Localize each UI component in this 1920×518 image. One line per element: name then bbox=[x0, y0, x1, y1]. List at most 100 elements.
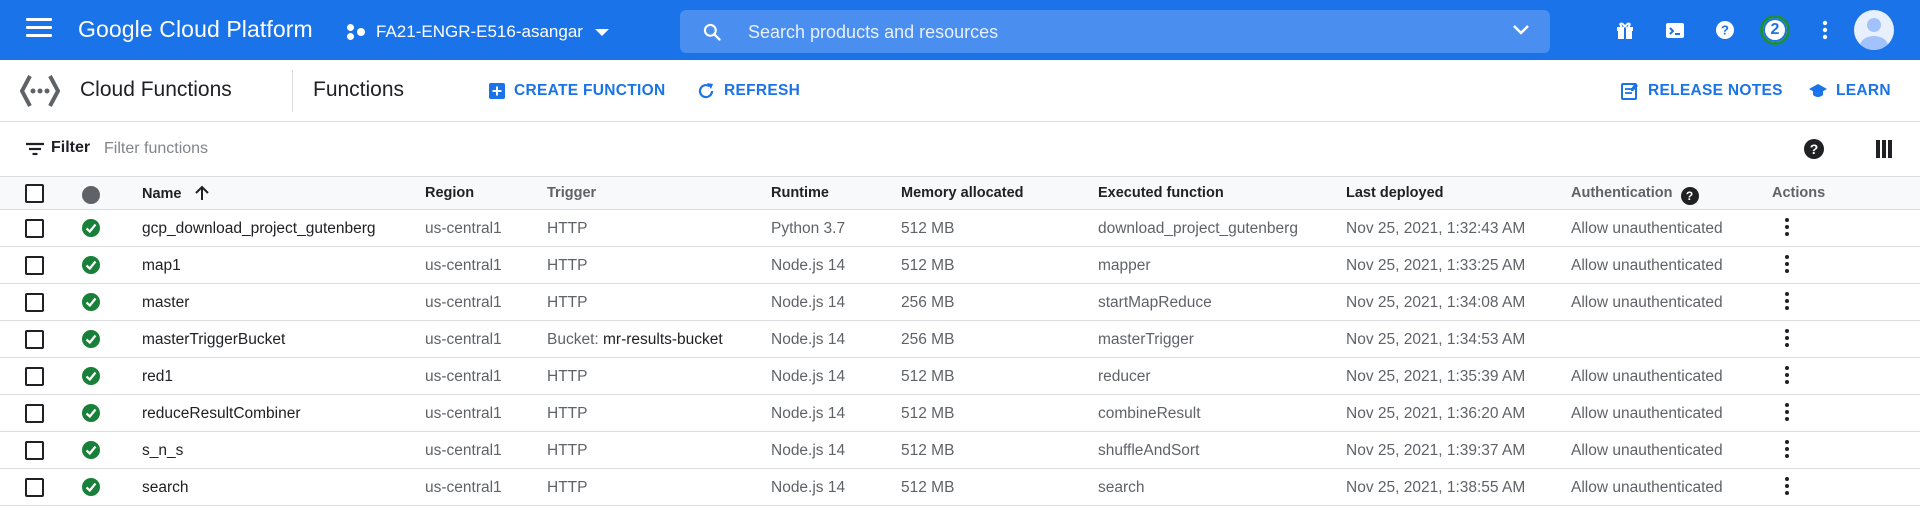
function-name-link[interactable]: red1 bbox=[142, 368, 173, 386]
terminal-icon[interactable] bbox=[1664, 19, 1686, 41]
filter-label[interactable]: Filter bbox=[51, 139, 90, 157]
function-name-link[interactable]: masterTriggerBucket bbox=[142, 331, 285, 349]
column-header-runtime[interactable]: Runtime bbox=[771, 185, 829, 201]
more-vert-icon[interactable] bbox=[1780, 255, 1794, 277]
table-header: Name Region Trigger Runtime Memory alloc… bbox=[0, 176, 1920, 210]
account-avatar[interactable] bbox=[1854, 10, 1894, 50]
menu-icon[interactable] bbox=[26, 18, 52, 42]
help-icon[interactable]: ? bbox=[1680, 187, 1699, 205]
more-vert-icon[interactable] bbox=[1780, 403, 1794, 425]
row-checkbox[interactable] bbox=[25, 367, 44, 386]
status-ok-icon bbox=[82, 367, 100, 385]
table-row[interactable]: reduceResultCombiner us-central1 HTTP Node.… bbox=[0, 395, 1920, 432]
chevron-down-icon[interactable] bbox=[1512, 24, 1530, 36]
last-deployed-cell: Nov 25, 2021, 1:32:43 AM bbox=[1346, 220, 1526, 237]
status-ok-icon bbox=[82, 441, 100, 459]
row-checkbox[interactable] bbox=[25, 404, 44, 423]
cloud-functions-icon bbox=[20, 75, 60, 107]
column-header-region[interactable]: Region bbox=[425, 185, 474, 201]
column-display-icon[interactable] bbox=[1876, 140, 1892, 158]
row-checkbox[interactable] bbox=[25, 330, 44, 349]
last-deployed-cell: Nov 25, 2021, 1:34:53 AM bbox=[1346, 331, 1526, 348]
authentication-cell: Allow unauthenticated bbox=[1571, 368, 1723, 385]
filter-icon[interactable] bbox=[26, 142, 44, 156]
region-cell: us-central1 bbox=[425, 368, 502, 385]
create-function-button[interactable]: CREATE FUNCTION bbox=[488, 80, 665, 102]
status-column-icon bbox=[82, 186, 100, 204]
filter-bar: Filter ? bbox=[0, 122, 1920, 176]
page-header: Cloud Functions Functions CREATE FUNCTIO… bbox=[0, 60, 1920, 122]
runtime-cell: Python 3.7 bbox=[771, 220, 846, 237]
column-header-memory[interactable]: Memory allocated bbox=[901, 185, 1024, 201]
status-ok-icon bbox=[82, 256, 100, 274]
filter-input[interactable] bbox=[104, 137, 704, 161]
table-row[interactable]: s_n_s us-central1 HTTP Node.js 14 512 MB shuf… bbox=[0, 432, 1920, 469]
row-checkbox[interactable] bbox=[25, 478, 44, 497]
help-icon[interactable]: ? bbox=[1804, 139, 1824, 159]
release-notes-button[interactable]: RELEASE NOTES bbox=[1620, 80, 1783, 102]
column-header-name[interactable]: Name bbox=[142, 185, 210, 202]
table-row[interactable]: master us-central1 HTTP Node.js 14 256 MB sta… bbox=[0, 284, 1920, 321]
executed-function-cell: masterTrigger bbox=[1098, 331, 1194, 348]
table-row[interactable]: red1 us-central1 HTTP Node.js 14 512 MB reduc… bbox=[0, 358, 1920, 395]
row-checkbox[interactable] bbox=[25, 219, 44, 238]
status-ok-icon bbox=[82, 293, 100, 311]
gift-icon[interactable] bbox=[1614, 19, 1636, 41]
authentication-cell: Allow unauthenticated bbox=[1571, 220, 1723, 237]
function-name-link[interactable]: master bbox=[142, 294, 189, 312]
last-deployed-cell: Nov 25, 2021, 1:35:39 AM bbox=[1346, 368, 1526, 385]
refresh-button[interactable]: REFRESH bbox=[696, 80, 800, 102]
trigger-cell: HTTP bbox=[547, 442, 587, 460]
column-auth-label: Authentication bbox=[1571, 185, 1673, 201]
more-vert-icon[interactable] bbox=[1780, 477, 1794, 499]
search-input[interactable] bbox=[748, 18, 1468, 46]
column-header-executed[interactable]: Executed function bbox=[1098, 185, 1224, 201]
more-vert-icon[interactable] bbox=[1814, 19, 1836, 41]
release-notes-icon bbox=[1621, 83, 1638, 100]
row-checkbox[interactable] bbox=[25, 256, 44, 275]
brand-title[interactable]: Google Cloud Platform bbox=[78, 16, 313, 43]
table-row[interactable]: masterTriggerBucket us-central1 Bucket: mr… bbox=[0, 321, 1920, 358]
memory-cell: 256 MB bbox=[901, 294, 955, 311]
notification-badge[interactable]: 2 bbox=[1760, 15, 1790, 45]
table-row[interactable]: map1 us-central1 HTTP Node.js 14 512 MB mappe… bbox=[0, 247, 1920, 284]
more-vert-icon[interactable] bbox=[1780, 329, 1794, 351]
memory-cell: 512 MB bbox=[901, 479, 955, 496]
search-bar[interactable] bbox=[680, 10, 1550, 53]
function-name-link[interactable]: reduceResultCombiner bbox=[142, 405, 301, 423]
help-icon[interactable]: ? bbox=[1714, 19, 1736, 41]
column-header-auth[interactable]: Authentication? bbox=[1571, 185, 1699, 205]
memory-cell: 512 MB bbox=[901, 368, 955, 385]
memory-cell: 512 MB bbox=[901, 257, 955, 274]
runtime-cell: Node.js 14 bbox=[771, 442, 846, 459]
column-header-deployed[interactable]: Last deployed bbox=[1346, 185, 1444, 201]
function-name-link[interactable]: search bbox=[142, 479, 189, 497]
trigger-cell: HTTP bbox=[547, 405, 587, 423]
authentication-cell: Allow unauthenticated bbox=[1571, 479, 1723, 496]
refresh-icon bbox=[698, 83, 714, 99]
function-name-link[interactable]: s_n_s bbox=[142, 442, 183, 460]
function-name-link[interactable]: gcp_download_project_gutenberg bbox=[142, 220, 376, 238]
last-deployed-cell: Nov 25, 2021, 1:36:20 AM bbox=[1346, 405, 1526, 422]
top-app-bar: Google Cloud Platform FA21-ENGR-E516-asa… bbox=[0, 0, 1920, 60]
runtime-cell: Node.js 14 bbox=[771, 331, 846, 348]
account-icon bbox=[1860, 18, 1888, 50]
trigger-cell: HTTP bbox=[547, 368, 587, 386]
authentication-cell: Allow unauthenticated bbox=[1571, 257, 1723, 274]
project-selector[interactable]: FA21-ENGR-E516-asangar bbox=[346, 19, 609, 45]
table-row[interactable]: gcp_download_project_gutenberg us-central… bbox=[0, 210, 1920, 247]
more-vert-icon[interactable] bbox=[1780, 292, 1794, 314]
row-checkbox[interactable] bbox=[25, 441, 44, 460]
more-vert-icon[interactable] bbox=[1780, 366, 1794, 388]
row-checkbox[interactable] bbox=[25, 293, 44, 312]
select-all-checkbox[interactable] bbox=[25, 184, 44, 203]
region-cell: us-central1 bbox=[425, 442, 502, 459]
function-name-link[interactable]: map1 bbox=[142, 257, 181, 275]
table-row[interactable]: search us-central1 HTTP Node.js 14 512 MB sea… bbox=[0, 469, 1920, 506]
column-header-trigger[interactable]: Trigger bbox=[547, 185, 596, 201]
learn-button[interactable]: LEARN bbox=[1808, 80, 1891, 102]
trigger-cell: Bucket: mr-results-bucket bbox=[547, 331, 723, 349]
more-vert-icon[interactable] bbox=[1780, 218, 1794, 240]
school-icon bbox=[1809, 84, 1827, 97]
more-vert-icon[interactable] bbox=[1780, 440, 1794, 462]
